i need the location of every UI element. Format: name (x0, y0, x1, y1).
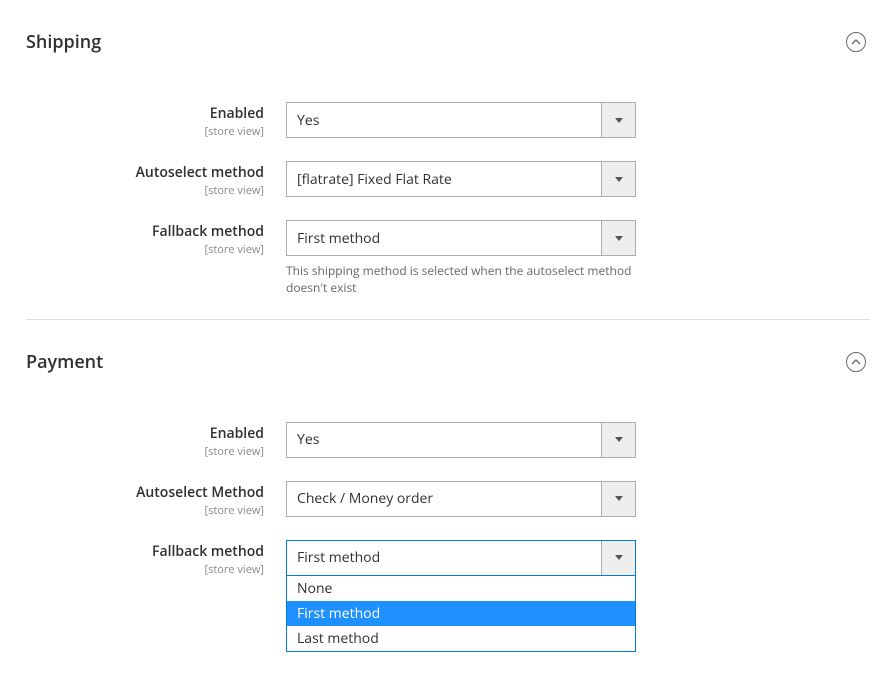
shipping-autoselect-label: Autoselect method (136, 163, 264, 182)
chevron-down-icon (601, 482, 635, 516)
payment-fallback-row: Fallback method [store view] First metho… (26, 540, 870, 577)
shipping-fallback-label: Fallback method (152, 222, 264, 241)
chevron-down-icon (601, 423, 635, 457)
dropdown-option[interactable]: First method (287, 601, 635, 626)
payment-fallback-label: Fallback method (152, 542, 264, 561)
payment-autoselect-select[interactable]: Check / Money order (286, 481, 636, 517)
chevron-down-icon (601, 162, 635, 196)
shipping-section-body: Enabled [store view] Yes Autoselect meth… (26, 62, 870, 297)
shipping-fallback-note: This shipping method is selected when th… (286, 262, 636, 297)
field-scope: [store view] (26, 503, 264, 518)
payment-autoselect-row: Autoselect Method [store view] Check / M… (26, 481, 870, 518)
shipping-fallback-value: First method (287, 229, 601, 248)
payment-enabled-label: Enabled (210, 424, 264, 443)
dropdown-option[interactable]: None (287, 576, 635, 601)
chevron-down-icon (601, 541, 635, 575)
shipping-enabled-value: Yes (287, 111, 601, 130)
payment-fallback-select[interactable]: First method NoneFirst methodLast method (286, 540, 636, 576)
payment-section-body: Enabled [store view] Yes Autoselect Meth… (26, 382, 870, 577)
payment-autoselect-value: Check / Money order (287, 489, 601, 508)
field-scope: [store view] (26, 562, 264, 577)
shipping-enabled-row: Enabled [store view] Yes (26, 102, 870, 139)
shipping-autoselect-row: Autoselect method [store view] [flatrate… (26, 161, 870, 198)
shipping-section-header[interactable]: Shipping (26, 30, 870, 62)
shipping-enabled-select[interactable]: Yes (286, 102, 636, 138)
shipping-enabled-label: Enabled (210, 104, 264, 123)
field-scope: [store view] (26, 124, 264, 139)
payment-section: Payment Enabled [store view] Yes (26, 320, 870, 577)
chevron-down-icon (601, 103, 635, 137)
field-scope: [store view] (26, 242, 264, 257)
field-scope: [store view] (26, 183, 264, 198)
shipping-section: Shipping Enabled [store view] Yes (26, 0, 870, 297)
shipping-fallback-select[interactable]: First method (286, 220, 636, 256)
shipping-section-title: Shipping (26, 30, 101, 54)
payment-fallback-value: First method (287, 548, 601, 567)
chevron-up-icon[interactable] (846, 32, 866, 52)
chevron-down-icon (601, 221, 635, 255)
payment-enabled-select[interactable]: Yes (286, 422, 636, 458)
payment-enabled-value: Yes (287, 430, 601, 449)
shipping-fallback-row: Fallback method [store view] First metho… (26, 220, 870, 297)
payment-enabled-row: Enabled [store view] Yes (26, 422, 870, 459)
payment-section-title: Payment (26, 350, 103, 374)
field-scope: [store view] (26, 444, 264, 459)
payment-autoselect-label: Autoselect Method (136, 483, 264, 502)
chevron-up-icon[interactable] (846, 352, 866, 372)
payment-section-header[interactable]: Payment (26, 350, 870, 382)
shipping-autoselect-value: [flatrate] Fixed Flat Rate (287, 170, 601, 189)
shipping-autoselect-select[interactable]: [flatrate] Fixed Flat Rate (286, 161, 636, 197)
payment-fallback-dropdown: NoneFirst methodLast method (286, 576, 636, 652)
dropdown-option[interactable]: Last method (287, 626, 635, 651)
